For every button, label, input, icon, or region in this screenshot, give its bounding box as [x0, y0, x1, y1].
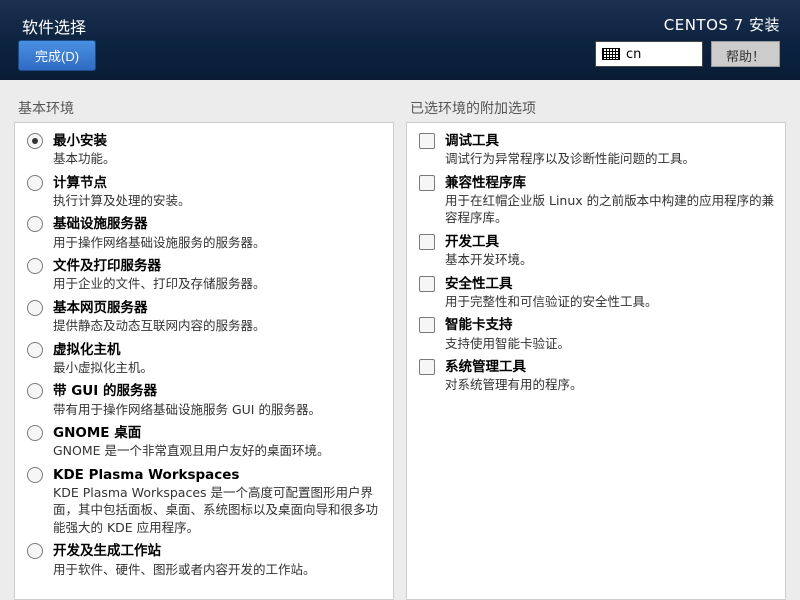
option-name: 系统管理工具 [445, 358, 583, 376]
option-text: 文件及打印服务器用于企业的文件、打印及存储服务器。 [53, 257, 266, 293]
radio-icon[interactable] [27, 467, 43, 483]
option-desc: 基本功能。 [53, 150, 116, 168]
environment-option[interactable]: GNOME 桌面GNOME 是一个非常直观且用户友好的桌面环境。 [17, 421, 391, 463]
keyboard-icon [602, 48, 620, 60]
installer-title: CENTOS 7 安装 [664, 14, 780, 35]
option-name: 智能卡支持 [445, 316, 570, 334]
addon-option[interactable]: 开发工具基本开发环境。 [409, 230, 783, 272]
option-desc: 最小虚拟化主机。 [53, 359, 153, 377]
radio-icon[interactable] [27, 543, 43, 559]
option-text: 最小安装基本功能。 [53, 132, 116, 168]
option-text: KDE Plasma WorkspacesKDE Plasma Workspac… [53, 466, 383, 537]
radio-icon[interactable] [27, 133, 43, 149]
option-name: 兼容性程序库 [445, 174, 775, 192]
radio-icon[interactable] [27, 300, 43, 316]
checkbox-icon[interactable] [419, 317, 435, 333]
option-desc: 用于完整性和可信验证的安全性工具。 [445, 293, 658, 311]
content: 基本环境 最小安装基本功能。计算节点执行计算及处理的安装。基础设施服务器用于操作… [0, 80, 800, 600]
option-desc: 用于企业的文件、打印及存储服务器。 [53, 275, 266, 293]
radio-icon[interactable] [27, 216, 43, 232]
option-name: GNOME 桌面 [53, 424, 330, 442]
addons-list: 调试工具调试行为异常程序以及诊断性能问题的工具。兼容性程序库用于在红帽企业版 L… [406, 122, 786, 600]
option-name: 基本网页服务器 [53, 299, 266, 317]
option-desc: 执行计算及处理的安装。 [53, 192, 191, 210]
radio-icon[interactable] [27, 175, 43, 191]
option-text: 带 GUI 的服务器带有用于操作网络基础设施服务 GUI 的服务器。 [53, 382, 321, 418]
addon-option[interactable]: 安全性工具用于完整性和可信验证的安全性工具。 [409, 272, 783, 314]
header-controls: cn 帮助！ [595, 41, 780, 67]
option-desc: 基本开发环境。 [445, 251, 533, 269]
keyboard-layout-label: cn [626, 47, 641, 62]
option-desc: 提供静态及动态互联网内容的服务器。 [53, 317, 266, 335]
option-text: 调试工具调试行为异常程序以及诊断性能问题的工具。 [445, 132, 695, 168]
done-button[interactable]: 完成(D) [18, 40, 96, 71]
environment-option[interactable]: 文件及打印服务器用于企业的文件、打印及存储服务器。 [17, 254, 391, 296]
option-desc: 用于软件、硬件、图形或者内容开发的工作站。 [53, 561, 316, 579]
option-desc: 用于操作网络基础设施服务的服务器。 [53, 234, 266, 252]
environment-pane-title: 基本环境 [14, 98, 394, 122]
option-text: 开发及生成工作站用于软件、硬件、图形或者内容开发的工作站。 [53, 542, 316, 578]
option-name: 带 GUI 的服务器 [53, 382, 321, 400]
option-desc: 调试行为异常程序以及诊断性能问题的工具。 [445, 150, 695, 168]
addon-option[interactable]: 智能卡支持支持使用智能卡验证。 [409, 313, 783, 355]
environment-option[interactable]: 带 GUI 的服务器带有用于操作网络基础设施服务 GUI 的服务器。 [17, 379, 391, 421]
option-name: KDE Plasma Workspaces [53, 466, 383, 484]
environment-option[interactable]: 虚拟化主机最小虚拟化主机。 [17, 338, 391, 380]
page-title: 软件选择 [22, 14, 86, 38]
environment-option[interactable]: 基本网页服务器提供静态及动态互联网内容的服务器。 [17, 296, 391, 338]
option-name: 开发及生成工作站 [53, 542, 316, 560]
environment-option[interactable]: 基础设施服务器用于操作网络基础设施服务的服务器。 [17, 212, 391, 254]
option-text: 开发工具基本开发环境。 [445, 233, 533, 269]
addon-option[interactable]: 兼容性程序库用于在红帽企业版 Linux 的之前版本中构建的应用程序的兼容程序库… [409, 171, 783, 230]
addon-option[interactable]: 系统管理工具对系统管理有用的程序。 [409, 355, 783, 397]
keyboard-layout-selector[interactable]: cn [595, 41, 703, 67]
option-text: 智能卡支持支持使用智能卡验证。 [445, 316, 570, 352]
environment-option[interactable]: 最小安装基本功能。 [17, 129, 391, 171]
option-name: 调试工具 [445, 132, 695, 150]
radio-icon[interactable] [27, 258, 43, 274]
option-name: 基础设施服务器 [53, 215, 266, 233]
option-text: 基本网页服务器提供静态及动态互联网内容的服务器。 [53, 299, 266, 335]
checkbox-icon[interactable] [419, 276, 435, 292]
environment-list: 最小安装基本功能。计算节点执行计算及处理的安装。基础设施服务器用于操作网络基础设… [14, 122, 394, 600]
option-text: 兼容性程序库用于在红帽企业版 Linux 的之前版本中构建的应用程序的兼容程序库… [445, 174, 775, 227]
option-name: 最小安装 [53, 132, 116, 150]
option-text: 虚拟化主机最小虚拟化主机。 [53, 341, 153, 377]
addons-pane-title: 已选环境的附加选项 [406, 98, 786, 122]
checkbox-icon[interactable] [419, 133, 435, 149]
option-name: 文件及打印服务器 [53, 257, 266, 275]
checkbox-icon[interactable] [419, 234, 435, 250]
checkbox-icon[interactable] [419, 359, 435, 375]
option-desc: KDE Plasma Workspaces 是一个高度可配置图形用户界面，其中包… [53, 484, 383, 537]
header-right: CENTOS 7 安装 cn 帮助！ [595, 14, 780, 67]
environment-pane: 基本环境 最小安装基本功能。计算节点执行计算及处理的安装。基础设施服务器用于操作… [14, 98, 394, 600]
option-desc: 支持使用智能卡验证。 [445, 335, 570, 353]
option-desc: 对系统管理有用的程序。 [445, 376, 583, 394]
option-text: 安全性工具用于完整性和可信验证的安全性工具。 [445, 275, 658, 311]
option-text: 系统管理工具对系统管理有用的程序。 [445, 358, 583, 394]
option-name: 虚拟化主机 [53, 341, 153, 359]
option-name: 安全性工具 [445, 275, 658, 293]
option-name: 开发工具 [445, 233, 533, 251]
radio-icon[interactable] [27, 425, 43, 441]
radio-icon[interactable] [27, 383, 43, 399]
help-button[interactable]: 帮助！ [711, 41, 780, 67]
option-desc: 用于在红帽企业版 Linux 的之前版本中构建的应用程序的兼容程序库。 [445, 192, 775, 227]
addons-pane: 已选环境的附加选项 调试工具调试行为异常程序以及诊断性能问题的工具。兼容性程序库… [406, 98, 786, 600]
option-text: 基础设施服务器用于操作网络基础设施服务的服务器。 [53, 215, 266, 251]
checkbox-icon[interactable] [419, 175, 435, 191]
environment-option[interactable]: KDE Plasma WorkspacesKDE Plasma Workspac… [17, 463, 391, 540]
option-name: 计算节点 [53, 174, 191, 192]
option-text: 计算节点执行计算及处理的安装。 [53, 174, 191, 210]
option-desc: 带有用于操作网络基础设施服务 GUI 的服务器。 [53, 401, 321, 419]
environment-option[interactable]: 开发及生成工作站用于软件、硬件、图形或者内容开发的工作站。 [17, 539, 391, 581]
option-desc: GNOME 是一个非常直观且用户友好的桌面环境。 [53, 442, 330, 460]
radio-icon[interactable] [27, 342, 43, 358]
option-text: GNOME 桌面GNOME 是一个非常直观且用户友好的桌面环境。 [53, 424, 330, 460]
addon-option[interactable]: 调试工具调试行为异常程序以及诊断性能问题的工具。 [409, 129, 783, 171]
header: 软件选择 完成(D) CENTOS 7 安装 cn 帮助！ [0, 0, 800, 80]
environment-option[interactable]: 计算节点执行计算及处理的安装。 [17, 171, 391, 213]
